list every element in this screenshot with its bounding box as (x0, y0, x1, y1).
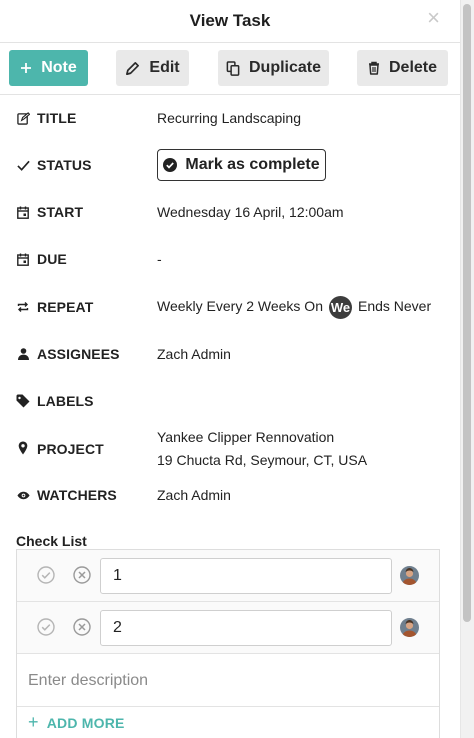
field-title-value: Recurring Landscaping (157, 110, 301, 126)
field-labels-label: LABELS (37, 393, 94, 409)
pencil-icon (126, 61, 140, 75)
person-icon (16, 347, 30, 361)
check-circle-outline-icon[interactable] (37, 566, 55, 589)
plus-icon (21, 63, 32, 73)
field-project-name[interactable]: Yankee Clipper Rennovation (157, 429, 334, 445)
field-assignees-label: ASSIGNEES (37, 346, 120, 362)
close-icon[interactable]: × (427, 6, 440, 30)
repeat-day-badge: We (328, 295, 352, 319)
duplicate-label: Duplicate (248, 59, 321, 76)
field-watchers-value: Zach Admin (157, 487, 231, 503)
field-watchers-label: WATCHERS (37, 487, 117, 503)
calendar-icon (16, 205, 30, 219)
field-due: DUE - (0, 247, 460, 271)
remove-circle-icon[interactable] (73, 618, 91, 641)
add-note-label: Note (41, 59, 77, 76)
field-start-value: Wednesday 16 April, 12:00am (157, 204, 344, 220)
edit-button[interactable]: Edit (116, 50, 189, 86)
field-due-label: DUE (37, 251, 67, 267)
tag-icon (16, 394, 30, 408)
checkmark-icon (16, 158, 30, 172)
field-status-label: STATUS (37, 157, 92, 173)
repeat-rule-text: Weekly Every 2 Weeks On (157, 297, 323, 314)
plus-icon: + (28, 712, 39, 732)
modal-title: View Task (189, 11, 271, 30)
field-assignees: ASSIGNEES Zach Admin (0, 342, 460, 366)
add-note-button[interactable]: Note (9, 50, 88, 86)
add-more-button[interactable]: + ADD MORE (28, 712, 125, 733)
field-start-label: START (37, 204, 84, 220)
avatar[interactable] (400, 618, 419, 637)
field-repeat-value: Weekly Every 2 Weeks On We Ends Never (157, 295, 432, 319)
checklist-item (17, 550, 439, 602)
edit-note-icon (16, 111, 30, 125)
field-assignees-value: Zach Admin (157, 346, 231, 362)
mark-complete-button[interactable]: Mark as complete (157, 149, 326, 181)
field-repeat: REPEAT Weekly Every 2 Weeks On We Ends Nev… (0, 295, 460, 319)
repeat-icon (16, 300, 30, 314)
delete-button[interactable]: Delete (357, 50, 448, 86)
field-watchers: WATCHERS Zach Admin (0, 483, 460, 507)
edit-label: Edit (149, 59, 180, 76)
check-circle-icon (163, 158, 178, 172)
copy-icon (226, 60, 240, 76)
checklist-item-input[interactable] (100, 610, 392, 646)
checklist: + ADD MORE (16, 549, 440, 738)
remove-circle-icon[interactable] (73, 566, 91, 589)
scrollbar-thumb[interactable] (463, 4, 471, 622)
field-title-label: TITLE (37, 110, 77, 126)
check-circle-outline-icon[interactable] (37, 618, 55, 641)
field-project-address: 19 Chucta Rd, Seymour, CT, USA (157, 452, 368, 468)
avatar[interactable] (400, 566, 419, 585)
field-repeat-label: REPEAT (37, 299, 94, 315)
delete-label: Delete (388, 59, 438, 76)
field-project: PROJECT Yankee Clipper Rennovation 19 Ch… (0, 429, 460, 468)
field-due-value: - (157, 251, 162, 267)
checklist-item (17, 602, 439, 654)
repeat-end-text: Ends Never (357, 297, 432, 314)
eye-icon (16, 488, 30, 502)
description-input[interactable] (17, 655, 439, 706)
field-labels: LABELS (0, 389, 460, 413)
trash-icon (368, 61, 379, 75)
add-more-label: ADD MORE (46, 714, 125, 731)
scrollbar-track[interactable] (460, 0, 474, 738)
modal-header: View Task × (0, 0, 460, 43)
checklist-item-input[interactable] (100, 558, 392, 594)
map-pin-icon (16, 441, 30, 455)
action-toolbar: Note Edit Duplicate Delete (0, 43, 460, 95)
duplicate-button[interactable]: Duplicate (218, 50, 329, 86)
field-project-label: PROJECT (37, 441, 104, 457)
mark-complete-label: Mark as complete (185, 156, 320, 173)
field-start: START Wednesday 16 April, 12:00am (0, 200, 460, 224)
description-box (17, 655, 439, 707)
calendar-icon (16, 252, 30, 266)
checklist-title: Check List (16, 533, 87, 549)
field-status: STATUS Mark as complete (0, 149, 460, 181)
field-title: TITLE Recurring Landscaping (0, 106, 460, 130)
